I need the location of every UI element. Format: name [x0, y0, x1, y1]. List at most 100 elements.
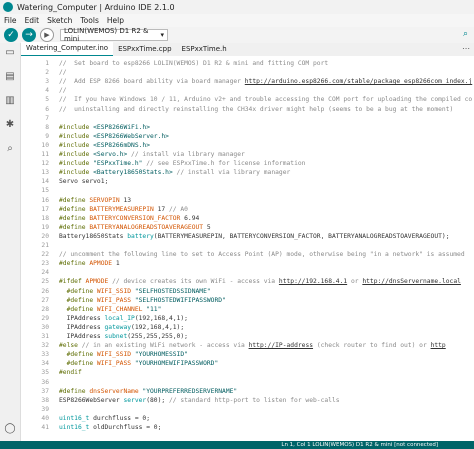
- more-icon[interactable]: ⋯: [462, 44, 470, 53]
- code-text: // Add ESP 8266 board ability via board …: [59, 77, 472, 86]
- code-line: 3 // Add ESP 8266 board ability via board…: [21, 77, 474, 86]
- line-number: 15: [41, 187, 49, 195]
- tab-watering-computer[interactable]: Watering_Computer.ino: [21, 42, 114, 56]
- code-token: dnsServerName: [89, 387, 139, 395]
- code-token[interactable]: http://dnsServername.local: [362, 278, 461, 285]
- code-line: 37 #define dnsServerName "YOURPREFERREDSE…: [21, 387, 474, 396]
- code-token: // install via library manager: [127, 151, 245, 158]
- code-token: #define: [59, 196, 90, 204]
- upload-button[interactable]: →: [22, 28, 36, 42]
- code-token: subnet: [104, 333, 128, 340]
- tab-espxxtime-h[interactable]: ESPxxTime.h: [177, 43, 232, 56]
- folder-icon[interactable]: ▭: [4, 47, 16, 59]
- code-token: // If you have Windows 10 / 11, Arduino …: [59, 96, 473, 104]
- code-text: #define BATTERYANALOGREADSTOAVERAGEOUT 5: [59, 223, 211, 232]
- code-token: APMODE: [85, 278, 109, 286]
- line-number: 10: [41, 141, 49, 149]
- code-token: #define: [59, 305, 97, 313]
- code-text: #define dnsServerName "YOURPREFERREDSERV…: [59, 387, 237, 396]
- code-line: 22 // uncomment the following line to set…: [21, 250, 474, 259]
- code-token: WIFI_PASS: [96, 296, 132, 304]
- code-line: 5 // If you have Windows 10 / 11, Arduino…: [21, 95, 474, 104]
- account-icon[interactable]: ◯: [4, 423, 16, 435]
- code-line: 39: [21, 405, 474, 414]
- window-title: Watering_Computer | Arduino IDE 2.1.0: [17, 2, 175, 12]
- code-token: <Battery18650Stats.h>: [93, 169, 173, 177]
- verify-button[interactable]: ✓: [4, 28, 18, 42]
- code-line: 21: [21, 241, 474, 250]
- menu-bar: File Edit Sketch Tools Help: [0, 14, 474, 27]
- code-line: 16 #define SERVOPIN 13: [21, 196, 474, 205]
- code-token: APMODE: [89, 260, 113, 268]
- line-number: 34: [41, 360, 49, 368]
- search-icon[interactable]: ⌕: [4, 143, 16, 155]
- code-line: 15: [21, 186, 474, 195]
- line-number: 26: [41, 287, 49, 295]
- code-token: "YOURHOMESSID": [131, 351, 188, 359]
- code-token: "SELFHOSTEDWIFIPASSWORD": [131, 296, 226, 304]
- code-line: 28 #define WIFI_CHANNEL "11": [21, 305, 474, 314]
- code-token: #define: [59, 351, 97, 359]
- code-text: #include <ESP8266WiFi.h>: [59, 123, 150, 132]
- menu-sketch[interactable]: Sketch: [47, 16, 72, 25]
- arrow-right-icon: →: [25, 30, 33, 40]
- code-line: 8 #include <ESP8266WiFi.h>: [21, 123, 474, 132]
- code-text: uint16_t durchfluss = 0;: [59, 414, 150, 423]
- code-token: // Add ESP 8266 board ability via board …: [59, 78, 245, 86]
- board-selector[interactable]: LOLIN(WEMOS) D1 R2 & mini ▾: [60, 27, 168, 43]
- code-token[interactable]: http://arduino.esp8266.com/stable/packag…: [245, 78, 472, 85]
- code-line: 20 Battery18650Stats battery(BATTERYMEASU…: [21, 232, 474, 241]
- line-number: 14: [41, 178, 49, 186]
- code-editor[interactable]: 1 // Set board to esp8266 LOLIN(WEMOS) D1…: [21, 56, 474, 441]
- serial-monitor-icon[interactable]: ⌕: [463, 29, 468, 39]
- debug-icon[interactable]: ✱: [4, 119, 16, 131]
- code-token: #ifdef: [59, 278, 86, 286]
- code-token: WIFI_SSID: [96, 351, 132, 359]
- code-text: // uncomment the following line to set t…: [59, 250, 465, 259]
- code-token: <ESP8266mDNS.h>: [93, 141, 150, 149]
- code-line: 31 IPAddress subnet(255,255,255,0);: [21, 332, 474, 341]
- code-token: // Set board to esp8266 LOLIN(WEMOS) D1 …: [59, 60, 329, 67]
- code-line: 24: [21, 268, 474, 277]
- library-manager-icon[interactable]: ▥: [4, 95, 16, 107]
- tab-espxxtime-cpp[interactable]: ESPxxTime.cpp: [113, 43, 176, 56]
- line-number: 1: [45, 60, 49, 67]
- code-text: #else // in an existing WiFi network - a…: [59, 341, 446, 350]
- code-token: #define: [59, 360, 97, 368]
- code-token: BATTERYCONVERSION_FACTOR: [89, 214, 181, 222]
- code-token: BATTERYMEASUREPIN: [89, 205, 154, 213]
- code-line: 4 //: [21, 86, 474, 95]
- line-number: 8: [45, 123, 49, 131]
- code-line: 9 #include <ESP8266WebServer.h>: [21, 132, 474, 141]
- code-line: 1 // Set board to esp8266 LOLIN(WEMOS) D1…: [21, 59, 474, 68]
- code-text: #define WIFI_SSID "SELFHOSTEDSSIDNAME": [59, 287, 211, 296]
- code-token: Battery18650Stats: [59, 232, 128, 240]
- menu-tools[interactable]: Tools: [80, 16, 98, 25]
- line-number: 37: [41, 387, 49, 395]
- code-token: battery: [127, 232, 154, 240]
- code-line: 6 // uninstalling and directly reinstalli…: [21, 105, 474, 114]
- code-token[interactable]: http://IP-address: [249, 342, 313, 349]
- menu-help[interactable]: Help: [107, 16, 124, 25]
- line-number: 22: [41, 251, 49, 259]
- code-token: // device creates its own WiFi - access …: [108, 278, 279, 286]
- code-token: <ESP8266WiFi.h>: [93, 123, 150, 131]
- debug-button[interactable]: ▶: [40, 28, 54, 42]
- code-token: oldDurchfluss = 0;: [89, 424, 162, 431]
- code-token: durchfluss = 0;: [89, 414, 151, 422]
- line-number: 41: [41, 424, 49, 431]
- code-token: WIFI_PASS: [96, 360, 132, 368]
- menu-file[interactable]: File: [4, 16, 17, 25]
- code-token: BATTERYANALOGREADSTOAVERAGEOUT: [89, 223, 204, 231]
- code-token[interactable]: http://192.168.4.1: [279, 278, 347, 285]
- code-token[interactable]: http: [431, 342, 446, 349]
- code-line: 25 #ifdef APMODE // device creates its ow…: [21, 277, 474, 286]
- line-number: 28: [41, 305, 49, 313]
- boards-manager-icon[interactable]: ▤: [4, 71, 16, 83]
- menu-edit[interactable]: Edit: [25, 16, 40, 25]
- code-token: "ESPxxTime.h": [93, 160, 143, 168]
- check-icon: ✓: [7, 30, 15, 40]
- code-line: 27 #define WIFI_PASS "SELFHOSTEDWIFIPASS…: [21, 296, 474, 305]
- activity-sidebar: ▭ ▤ ▥ ✱ ⌕ ◯: [0, 43, 21, 449]
- code-token: "YOURHOMEWIFIPASSWORD": [131, 360, 219, 368]
